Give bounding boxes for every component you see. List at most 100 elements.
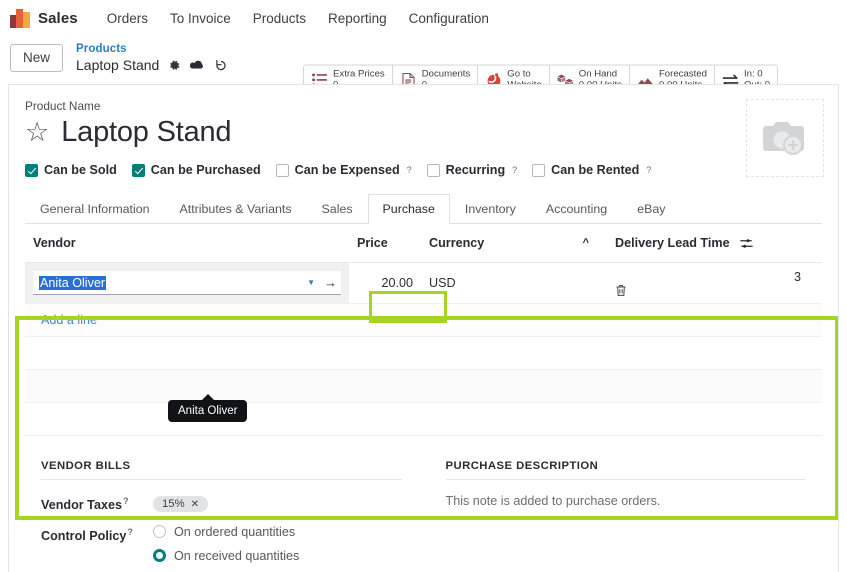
delete-row-icon[interactable]: [615, 284, 814, 297]
tax-tag-label: 15%: [162, 498, 185, 511]
cell-delivery-lead-time[interactable]: 3: [607, 262, 822, 305]
purchase-description-note[interactable]: This note is added to purchase orders.: [446, 494, 807, 508]
form-sheet: Product Name ☆ Laptop Stand Can be Sold …: [8, 84, 839, 572]
vendor-taxes-value[interactable]: 15% ✕: [153, 494, 402, 513]
table-row: [25, 336, 822, 371]
add-line-cell[interactable]: Add a line: [25, 303, 822, 338]
app-name[interactable]: Sales: [38, 10, 78, 27]
checkbox-label: Recurring: [445, 163, 506, 178]
cell-vendor[interactable]: Anita Oliver ▼ →: [25, 262, 349, 305]
vendor-tooltip: Anita Oliver: [168, 394, 248, 422]
checkbox-recurring[interactable]: Recurring ?: [426, 163, 517, 178]
column-header-lead-label: Delivery Lead Time: [615, 236, 730, 251]
checkbox-can-be-purchased[interactable]: Can be Purchased: [131, 163, 261, 178]
add-line-row[interactable]: Add a line: [25, 303, 822, 338]
control-policy-label: Control Policy?: [41, 525, 153, 543]
stat-title: In: 0: [743, 68, 763, 80]
checkbox-can-be-rented[interactable]: Can be Rented ?: [532, 163, 651, 177]
stat-title: Go to: [507, 68, 531, 80]
tab-attributes-variants[interactable]: Attributes & Variants: [165, 194, 307, 224]
field-vendor-taxes: Vendor Taxes? 15% ✕: [41, 494, 402, 513]
close-icon[interactable]: ✕: [191, 499, 199, 510]
tab-general-information[interactable]: General Information: [25, 194, 165, 224]
radio-button[interactable]: [153, 525, 166, 539]
help-icon[interactable]: ?: [512, 165, 517, 175]
stat-title: Extra Prices: [333, 68, 385, 80]
undo-icon[interactable]: [214, 59, 228, 72]
camera-add-icon: [760, 117, 810, 159]
notebook-tabs: General Information Attributes & Variant…: [25, 194, 822, 225]
help-icon[interactable]: ?: [127, 527, 133, 537]
app-logo-icon: [10, 8, 30, 28]
vendor-bills-title: VENDOR BILLS: [41, 460, 402, 481]
nav-item-to-invoice[interactable]: To Invoice: [159, 7, 242, 30]
checkbox-box[interactable]: [275, 163, 289, 177]
chevron-down-icon[interactable]: ▼: [307, 278, 315, 287]
radio-on-received-quantities[interactable]: On received quantities: [153, 549, 402, 563]
group-vendor-bills: VENDOR BILLS Vendor Taxes? 15% ✕ Control…: [41, 460, 402, 572]
table-header-row: Vendor Price Currency ^ Delivery Lead Ti…: [25, 224, 822, 264]
empty-cell: [25, 369, 822, 404]
gear-icon[interactable]: [168, 59, 181, 72]
stat-title: Forecasted: [658, 68, 707, 80]
add-a-line-link[interactable]: Add a line: [33, 313, 97, 327]
help-icon[interactable]: ?: [407, 165, 412, 175]
column-header-price[interactable]: Price: [349, 224, 421, 264]
empty-cell: [25, 336, 822, 371]
top-navigation-bar: Sales Orders To Invoice Products Reporti…: [0, 0, 847, 36]
column-header-delivery-lead-time[interactable]: Delivery Lead Time: [607, 224, 822, 264]
tab-ebay[interactable]: eBay: [622, 194, 680, 224]
radio-label: On ordered quantities: [174, 524, 296, 539]
checkbox-box[interactable]: [25, 163, 38, 177]
chevron-up-icon: ^: [582, 237, 589, 250]
favorite-star-icon[interactable]: ☆: [25, 118, 49, 146]
new-button[interactable]: New: [10, 43, 64, 73]
purchase-description-title: PURCHASE DESCRIPTION: [445, 460, 806, 481]
table-row[interactable]: Anita Oliver ▼ → 20.00 USD 3: [25, 262, 822, 305]
checkbox-box[interactable]: [426, 163, 440, 177]
checkbox-box[interactable]: [131, 163, 145, 177]
radio-on-ordered-quantities[interactable]: On ordered quantities: [153, 525, 402, 539]
label-text: Vendor Taxes: [41, 498, 122, 513]
nav-item-products[interactable]: Products: [242, 7, 317, 30]
checkbox-can-be-sold[interactable]: Can be Sold: [25, 163, 117, 177]
checkbox-label: Can be Purchased: [150, 163, 261, 178]
tax-tag[interactable]: 15% ✕: [153, 496, 209, 513]
optional-columns-icon[interactable]: [740, 237, 753, 250]
product-name-label: Product Name: [25, 99, 101, 113]
tab-purchase[interactable]: Purchase: [367, 194, 450, 225]
cell-price[interactable]: 20.00: [349, 262, 421, 305]
page-title[interactable]: Laptop Stand: [61, 117, 231, 148]
product-flags-row: Can be Sold Can be Purchased Can be Expe…: [25, 163, 822, 177]
tab-accounting[interactable]: Accounting: [531, 194, 622, 224]
vendor-taxes-label: Vendor Taxes?: [41, 494, 153, 512]
checkbox-label: Can be Sold: [44, 163, 117, 178]
vendor-pricelist-table: Vendor Price Currency ^ Delivery Lead Ti…: [25, 224, 822, 437]
column-header-vendor[interactable]: Vendor: [25, 224, 349, 264]
checkbox-box[interactable]: [532, 163, 546, 177]
radio-button[interactable]: [153, 549, 166, 563]
product-image-placeholder[interactable]: [746, 99, 824, 177]
tab-inventory[interactable]: Inventory: [450, 194, 531, 224]
cloud-upload-icon[interactable]: [190, 59, 205, 72]
column-header-currency[interactable]: Currency ^: [421, 224, 607, 264]
lead-time-value: 3: [793, 270, 801, 285]
internal-link-arrow-icon[interactable]: →: [324, 275, 337, 290]
nav-item-reporting[interactable]: Reporting: [317, 7, 398, 30]
breadcrumb-parent-link[interactable]: Products: [76, 43, 228, 56]
nav-item-orders[interactable]: Orders: [96, 7, 159, 30]
label-text: Control Policy: [41, 528, 127, 543]
stat-title: Documents: [421, 68, 471, 80]
bottom-groups: VENDOR BILLS Vendor Taxes? 15% ✕ Control…: [25, 444, 822, 572]
nav-item-configuration[interactable]: Configuration: [398, 7, 500, 30]
table-row: [25, 369, 822, 404]
cell-currency[interactable]: USD: [421, 262, 607, 305]
checkbox-can-be-expensed[interactable]: Can be Expensed ?: [275, 163, 412, 177]
help-icon[interactable]: ?: [646, 165, 651, 175]
vendor-input[interactable]: Anita Oliver ▼ →: [33, 271, 341, 296]
empty-cell: [25, 402, 822, 437]
help-icon[interactable]: ?: [123, 496, 129, 506]
control-policy-options: On ordered quantities On received quanti…: [153, 525, 402, 572]
tab-sales[interactable]: Sales: [307, 194, 368, 224]
radio-label: On received quantities: [174, 548, 300, 563]
